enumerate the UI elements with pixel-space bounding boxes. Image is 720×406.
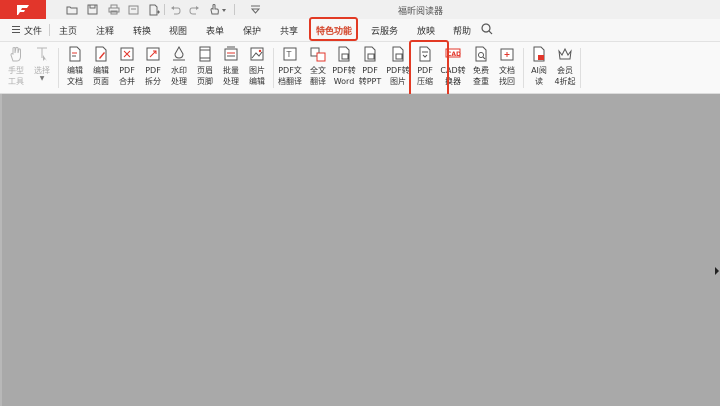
search-icon[interactable] xyxy=(481,23,493,38)
pdf-to-word-icon xyxy=(338,46,350,62)
translate-doc-icon: T xyxy=(283,47,297,61)
tool-membership[interactable]: 会员 4折起 xyxy=(552,46,578,87)
tab-home[interactable]: 主页 xyxy=(59,24,77,37)
svg-text:T: T xyxy=(286,50,292,59)
recover-icon xyxy=(500,48,514,61)
tool-select[interactable]: 选择 ▼ xyxy=(29,46,55,82)
save-icon[interactable] xyxy=(86,3,99,16)
ribbon-toolbar: 手型 工具 选择 ▼ 编辑 文档 编辑 页面 PDF 合并 PDF 拆分 水印 处理 页眉 页脚… xyxy=(0,42,720,94)
file-menu[interactable]: 文件 xyxy=(24,24,42,37)
tab-protect[interactable]: 保护 xyxy=(243,24,261,37)
image-edit-icon xyxy=(250,47,264,61)
pdf-to-image-icon xyxy=(392,46,404,62)
menu-icon[interactable] xyxy=(12,26,20,33)
divider xyxy=(580,48,581,88)
select-cursor-icon xyxy=(37,47,47,61)
tab-help[interactable]: 帮助 xyxy=(453,24,471,37)
header-footer-icon xyxy=(199,46,211,62)
ribbon-tab-bar: 文件 主页 注释 转换 视图 表单 保护 共享 特色功能 云服务 放映 帮助 xyxy=(0,19,720,42)
ai-read-icon xyxy=(533,46,545,62)
merge-icon xyxy=(120,47,134,61)
edit-document-icon xyxy=(69,46,81,62)
app-title: 福昕阅读器 xyxy=(398,7,444,17)
chevron-down-icon: ▼ xyxy=(39,75,45,82)
hand-dropdown-icon[interactable] xyxy=(208,3,228,16)
split-icon xyxy=(146,47,160,61)
customize-dropdown-icon[interactable] xyxy=(249,3,262,16)
crown-icon xyxy=(558,47,572,60)
tab-present[interactable]: 放映 xyxy=(417,24,435,37)
scan-icon[interactable] xyxy=(127,3,140,16)
hand-icon xyxy=(10,46,21,62)
left-panel-edge xyxy=(0,94,2,406)
highlight-box-featured-tab xyxy=(309,17,358,41)
foxit-logo-icon xyxy=(17,4,29,15)
plagiarism-check-icon xyxy=(475,46,487,62)
full-translate-icon xyxy=(310,47,326,62)
tab-convert[interactable]: 转换 xyxy=(133,24,151,37)
svg-text:CAD: CAD xyxy=(447,51,461,58)
expand-panel-arrow-icon[interactable] xyxy=(714,266,720,279)
print-icon[interactable] xyxy=(107,3,120,16)
watermark-icon xyxy=(173,46,185,61)
tab-view[interactable]: 视图 xyxy=(169,24,187,37)
edit-page-icon xyxy=(95,46,107,62)
tool-recover[interactable]: 文档 找回 xyxy=(494,46,520,87)
open-folder-icon[interactable] xyxy=(65,3,78,16)
redo-icon[interactable] xyxy=(188,3,201,16)
app-logo xyxy=(0,0,46,19)
batch-icon xyxy=(224,46,238,61)
tab-cloud[interactable]: 云服务 xyxy=(371,24,398,37)
divider xyxy=(49,24,50,36)
tab-comment[interactable]: 注释 xyxy=(96,24,114,37)
pdf-to-ppt-icon xyxy=(364,46,376,62)
document-area[interactable] xyxy=(0,94,720,406)
undo-icon[interactable] xyxy=(169,3,182,16)
divider xyxy=(234,4,235,15)
tab-share[interactable]: 共享 xyxy=(280,24,298,37)
new-file-icon[interactable] xyxy=(147,3,160,16)
tool-image-edit[interactable]: 图片 编辑 xyxy=(244,46,270,87)
tab-form[interactable]: 表单 xyxy=(206,24,224,37)
title-bar: 福昕阅读器 xyxy=(0,0,720,20)
divider xyxy=(164,4,165,15)
